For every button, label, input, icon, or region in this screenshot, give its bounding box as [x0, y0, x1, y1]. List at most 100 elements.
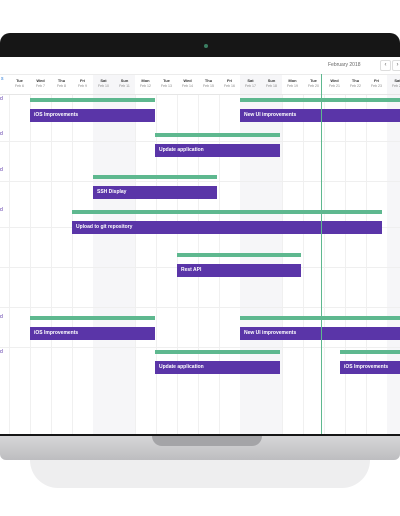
task-bar[interactable]: New UI improvements	[240, 327, 400, 340]
task-progress	[155, 350, 280, 354]
day-date: Feb 19	[287, 84, 298, 88]
task-progress	[240, 316, 400, 320]
task-progress	[30, 98, 155, 102]
day-name: Wed	[183, 78, 192, 83]
task-bar[interactable]: iOS Improvements	[340, 361, 400, 374]
day-date: Feb 7	[36, 84, 45, 88]
today-marker	[321, 74, 322, 434]
task-bar[interactable]: iOS Improvements	[30, 109, 155, 122]
day-name: Thu	[351, 78, 360, 83]
grid-line	[135, 94, 136, 434]
day-name: Wed	[36, 78, 45, 83]
task-progress	[93, 175, 217, 179]
row-divider	[0, 347, 400, 348]
day-name: Wed	[330, 78, 339, 83]
row-label: d	[0, 207, 3, 213]
task-progress	[340, 350, 400, 354]
task-progress	[30, 316, 155, 320]
day-name: Sat	[247, 78, 254, 83]
day-name: Tue	[16, 78, 23, 83]
day-header: Sat Feb 17	[240, 75, 261, 94]
day-name: Tue	[163, 78, 170, 83]
next-month-button[interactable]: ›	[392, 60, 400, 71]
grid-line	[366, 94, 367, 434]
day-name: Mon	[288, 78, 297, 83]
grid-line	[72, 94, 73, 434]
day-date: Feb 24	[392, 84, 400, 88]
day-name: Sat	[100, 78, 107, 83]
day-name: Thu	[57, 78, 66, 83]
task-bar[interactable]: Update application	[155, 144, 280, 157]
day-date: Feb 23	[371, 84, 382, 88]
weekend-shade	[93, 94, 114, 434]
grid-line	[51, 94, 52, 434]
row-label: d	[0, 349, 3, 355]
grid-line	[324, 94, 325, 434]
task-bar[interactable]: SSH Display	[93, 186, 217, 199]
row-label: d	[0, 314, 3, 320]
task-bar[interactable]: New UI improvements	[240, 109, 400, 122]
grid-line	[9, 94, 10, 434]
timeline-header: s Tue Feb 6 Wed Feb 7 Thu Feb 8 Fri Feb 9 Sat Feb…	[0, 74, 400, 95]
day-header: Thu Feb 8	[51, 75, 72, 94]
day-header: Thu Feb 15	[198, 75, 219, 94]
day-header: Thu Feb 22	[345, 75, 366, 94]
day-name: Sun	[267, 78, 276, 83]
day-date: Feb 13	[161, 84, 172, 88]
task-bar[interactable]: Rest API	[177, 264, 301, 277]
task-bar[interactable]: Upload to git repository	[72, 221, 382, 234]
day-header: Fri Feb 9	[72, 75, 93, 94]
row-divider	[0, 181, 400, 182]
left-edge-label: s	[1, 76, 4, 82]
prev-month-button[interactable]: ‹	[380, 60, 391, 71]
day-date: Feb 14	[182, 84, 193, 88]
day-header: Sun Feb 11	[114, 75, 135, 94]
day-date: Feb 18	[266, 84, 277, 88]
task-progress	[177, 253, 301, 257]
app-screen: February 2018 ‹ › s Tue Feb 6 Wed Feb 7 Thu F…	[0, 57, 400, 434]
day-name: Sat	[394, 78, 400, 83]
day-date: Feb 10	[98, 84, 109, 88]
day-date: Feb 11	[119, 84, 130, 88]
day-date: Feb 12	[140, 84, 151, 88]
weekend-shade	[387, 94, 400, 434]
day-header: Tue Feb 13	[156, 75, 177, 94]
row-label: d	[0, 96, 3, 102]
day-date: Feb 22	[350, 84, 361, 88]
day-header: Mon Feb 12	[135, 75, 156, 94]
row-label: d	[0, 167, 3, 173]
day-header: Mon Feb 19	[282, 75, 303, 94]
grid-line	[303, 94, 304, 434]
day-date: Feb 8	[57, 84, 66, 88]
day-date: Feb 17	[245, 84, 256, 88]
camera-icon	[204, 44, 208, 48]
laptop-notch	[152, 436, 262, 446]
row-divider	[0, 307, 400, 308]
day-header: Tue Feb 6	[9, 75, 30, 94]
day-date: Feb 21	[329, 84, 340, 88]
task-progress	[240, 98, 400, 102]
day-header: Fri Feb 16	[219, 75, 240, 94]
grid-line	[345, 94, 346, 434]
day-header: Wed Feb 14	[177, 75, 198, 94]
day-name: Thu	[204, 78, 213, 83]
task-bar[interactable]: Update application	[155, 361, 280, 374]
row-label: d	[0, 131, 3, 137]
day-header: Sat Feb 10	[93, 75, 114, 94]
day-name: Mon	[141, 78, 150, 83]
day-name: Sun	[120, 78, 129, 83]
grid-line	[30, 94, 31, 434]
task-progress	[155, 133, 280, 137]
task-bar[interactable]: iOS Improvements	[30, 327, 155, 340]
task-progress	[72, 210, 382, 214]
day-name: Fri	[373, 78, 380, 83]
day-header: Wed Feb 21	[324, 75, 345, 94]
day-name: Fri	[226, 78, 233, 83]
day-header: Fri Feb 23	[366, 75, 387, 94]
month-label: February 2018	[328, 62, 361, 68]
laptop-shadow	[30, 460, 370, 488]
day-header: Wed Feb 7	[30, 75, 51, 94]
day-date: Feb 15	[203, 84, 214, 88]
weekend-shade	[114, 94, 135, 434]
day-date: Feb 6	[15, 84, 24, 88]
